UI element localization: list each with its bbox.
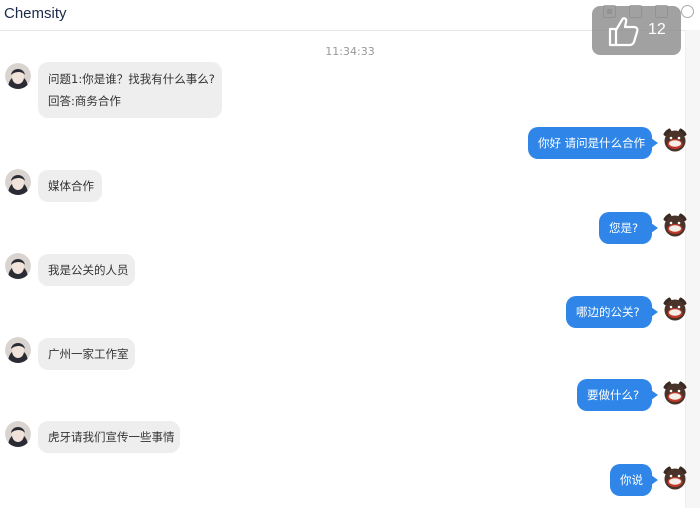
avatar[interactable] [5, 169, 31, 195]
bear-avatar-icon [662, 296, 688, 321]
chat-window: Chemsity 11:34:33 问题1:你是谁？找我有什么事么? 回答:商务… [0, 0, 700, 508]
avatar[interactable] [662, 212, 688, 238]
message-bubble: 问题1:你是谁？找我有什么事么? 回答:商务合作 [38, 62, 222, 118]
bear-avatar-icon [662, 465, 688, 490]
avatar[interactable] [662, 127, 688, 153]
chat-title: Chemsity [4, 5, 67, 22]
avatar[interactable] [662, 380, 688, 406]
avatar[interactable] [662, 296, 688, 322]
girl-avatar-icon [5, 63, 31, 89]
scrollbar[interactable] [685, 30, 700, 508]
message-bubble: 广州一家工作室 [38, 338, 135, 370]
message-bubble: 媒体合作 [38, 170, 102, 202]
bear-avatar-icon [662, 127, 688, 152]
thumbs-up-icon [608, 17, 639, 47]
avatar[interactable] [5, 63, 31, 89]
avatar[interactable] [5, 253, 31, 279]
avatar[interactable] [662, 465, 688, 491]
message-bubble: 哪边的公关? [566, 296, 658, 328]
message-bubble: 我是公关的人员 [38, 254, 135, 286]
message-bubble: 你说 [610, 464, 658, 496]
bear-avatar-icon [662, 212, 688, 237]
message-bubble: 虎牙请我们宣传一些事情 [38, 421, 180, 453]
message-bubble: 你好 请问是什么合作 [528, 127, 658, 159]
girl-avatar-icon [5, 337, 31, 363]
like-count: 12 [648, 21, 666, 38]
message-line: 回答:商务合作 [48, 94, 121, 108]
girl-avatar-icon [5, 421, 31, 447]
bear-avatar-icon [662, 380, 688, 405]
girl-avatar-icon [5, 169, 31, 195]
avatar[interactable] [5, 421, 31, 447]
like-badge[interactable]: 12 [592, 6, 681, 55]
message-bubble: 您是? [599, 212, 658, 244]
message-line: 问题1:你是谁？找我有什么事么? [48, 72, 215, 86]
avatar[interactable] [5, 337, 31, 363]
message-bubble: 要做什么? [577, 379, 658, 411]
girl-avatar-icon [5, 253, 31, 279]
settings-icon[interactable] [681, 5, 694, 18]
